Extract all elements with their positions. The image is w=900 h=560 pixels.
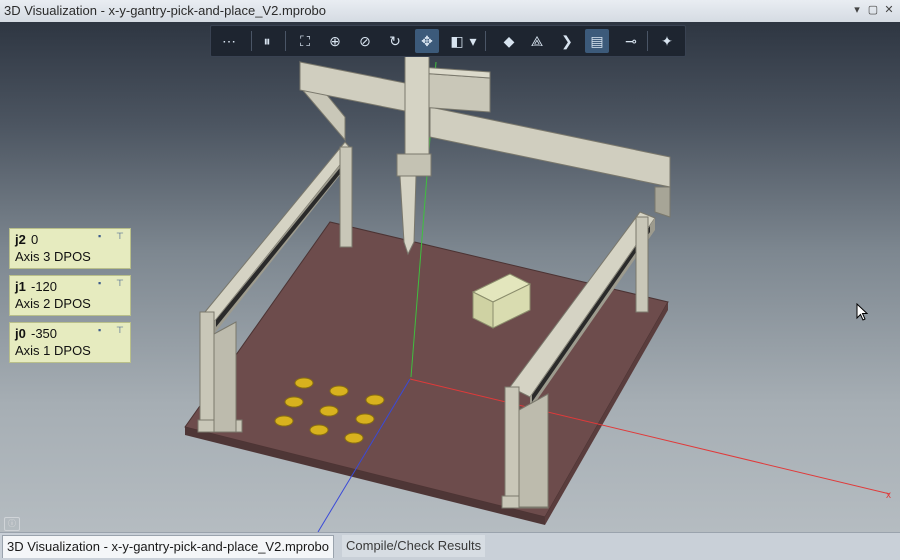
resize-icon[interactable]: ▪ <box>98 231 101 241</box>
dropdown-arrow-icon[interactable]: ▾ <box>467 29 479 53</box>
joint-name: j2 <box>15 232 26 247</box>
measure-icon[interactable]: ⊸ <box>619 29 643 53</box>
rotate-icon[interactable]: ↻ <box>383 29 407 53</box>
pin-icon[interactable]: ⊤ <box>116 325 124 336</box>
pin-icon[interactable]: ⊤ <box>116 231 124 242</box>
resize-icon[interactable]: ▪ <box>98 278 101 288</box>
joint-label: Axis 1 DPOS <box>15 343 91 358</box>
axes-icon[interactable]: ⟁ <box>525 29 549 53</box>
tab-compile-check-results[interactable]: Compile/Check Results <box>342 535 486 557</box>
part <box>274 415 294 427</box>
joint-value: -120 <box>31 279 58 294</box>
left-leg-inner <box>213 321 237 433</box>
resize-icon[interactable]: ▪ <box>98 325 101 335</box>
right-leg-inner <box>518 393 549 508</box>
part <box>284 396 304 408</box>
x-axis-label: x <box>886 490 891 501</box>
z-column-slider <box>396 153 432 177</box>
maximize-icon[interactable]: ▢ <box>866 3 880 17</box>
title-bar: 3D Visualization - x-y-gantry-pick-and-p… <box>0 0 900 23</box>
part <box>355 413 375 425</box>
joint-panel-j2[interactable]: j2 0 Axis 3 DPOS ▪ ⊤ <box>9 228 131 269</box>
joint-name: j1 <box>15 279 26 294</box>
joint-panel-j0[interactable]: j0 -350 Axis 1 DPOS ▪ ⊤ <box>9 322 131 363</box>
part <box>319 405 339 417</box>
cross-beam-right <box>429 106 671 188</box>
cross-beam-right-side <box>654 186 671 218</box>
tab-3d-visualization[interactable]: 3D Visualization - x-y-gantry-pick-and-p… <box>2 535 335 558</box>
right-leg-post-front <box>504 386 520 508</box>
right-leg-post-back <box>635 216 649 313</box>
toolbar-separator <box>285 31 286 51</box>
3d-viewport[interactable]: x ⋯ ⏸ ⛶ ⊕ ⊘ ↻ ✥ ◧ ▾ ◆ ⟁ ❯ ▤ ⊸ ✦ j2 0 Axi… <box>0 22 900 532</box>
render-mode-icon[interactable]: ◆ <box>497 29 521 53</box>
joint-label: Axis 3 DPOS <box>15 249 91 264</box>
more-options-icon[interactable]: ⋯ <box>217 29 241 53</box>
mouse-cursor-icon <box>856 303 868 321</box>
pan-icon[interactable]: ✥ <box>415 29 439 53</box>
joint-panels-icon[interactable]: ▤ <box>585 29 609 53</box>
document-tab-bar: 3D Visualization - x-y-gantry-pick-and-p… <box>0 532 900 560</box>
pause-icon[interactable]: ⏸ <box>255 29 279 53</box>
chevron-down-icon[interactable]: ▾ <box>850 3 864 17</box>
joint-panel-j1[interactable]: j1 -120 Axis 2 DPOS ▪ ⊤ <box>9 275 131 316</box>
left-leg-post-back <box>339 146 353 248</box>
toolbar-separator <box>251 31 252 51</box>
settings-tool-icon[interactable]: ✦ <box>655 29 679 53</box>
next-icon[interactable]: ❯ <box>555 29 579 53</box>
part <box>309 424 329 436</box>
zoom-area-icon[interactable]: ⊘ <box>353 29 377 53</box>
joint-label: Axis 2 DPOS <box>15 296 91 311</box>
part <box>365 394 385 406</box>
joint-value: -350 <box>31 326 58 341</box>
window-title: 3D Visualization - x-y-gantry-pick-and-p… <box>4 3 327 18</box>
left-leg-post-front <box>199 311 215 433</box>
part <box>329 385 349 397</box>
gantry-scene[interactable]: x <box>0 22 900 532</box>
info-icon[interactable]: ⓘ <box>4 517 20 531</box>
toolbar-separator <box>647 31 648 51</box>
fit-to-view-icon[interactable]: ⛶ <box>293 29 317 53</box>
view-toolbar: ⋯ ⏸ ⛶ ⊕ ⊘ ↻ ✥ ◧ ▾ ◆ ⟁ ❯ ▤ ⊸ ✦ <box>210 25 686 57</box>
toolbar-separator <box>485 31 486 51</box>
part <box>294 377 314 389</box>
view-cube-icon[interactable]: ◧ <box>445 29 469 53</box>
close-icon[interactable]: ✕ <box>882 3 896 17</box>
joint-value: 0 <box>31 232 39 247</box>
zoom-in-icon[interactable]: ⊕ <box>323 29 347 53</box>
joint-name: j0 <box>15 326 26 341</box>
part <box>344 432 364 444</box>
pin-icon[interactable]: ⊤ <box>116 278 124 289</box>
